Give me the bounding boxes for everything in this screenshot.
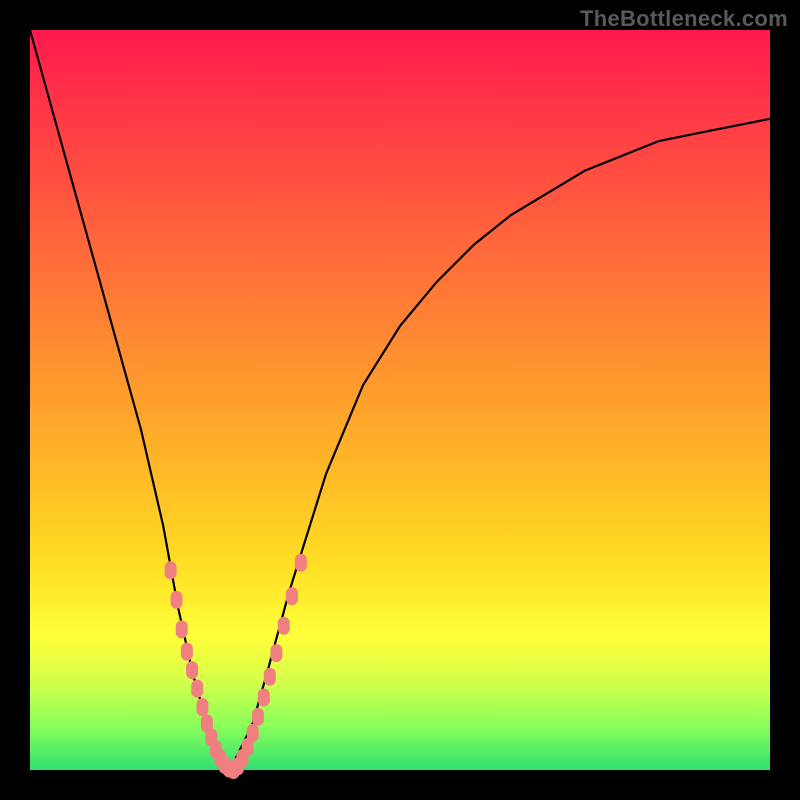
chart-frame: TheBottleneck.com xyxy=(0,0,800,800)
curve-marker xyxy=(295,554,307,572)
curve-markers xyxy=(165,554,307,779)
curve-marker xyxy=(258,688,270,706)
curve-marker xyxy=(270,644,282,662)
plot-area xyxy=(30,30,770,770)
curve-marker xyxy=(186,661,198,679)
curve-marker xyxy=(176,620,188,638)
curve-marker xyxy=(181,643,193,661)
curve-marker xyxy=(278,617,290,635)
curve-line xyxy=(30,30,770,770)
curve-marker xyxy=(247,724,259,742)
watermark-text: TheBottleneck.com xyxy=(580,6,788,32)
curve-marker xyxy=(196,698,208,716)
chart-svg xyxy=(30,30,770,770)
curve-marker xyxy=(252,708,264,726)
curve-marker xyxy=(191,680,203,698)
curve-marker xyxy=(165,561,177,579)
curve-marker xyxy=(286,587,298,605)
curve-marker xyxy=(171,591,183,609)
curve-marker xyxy=(264,668,276,686)
